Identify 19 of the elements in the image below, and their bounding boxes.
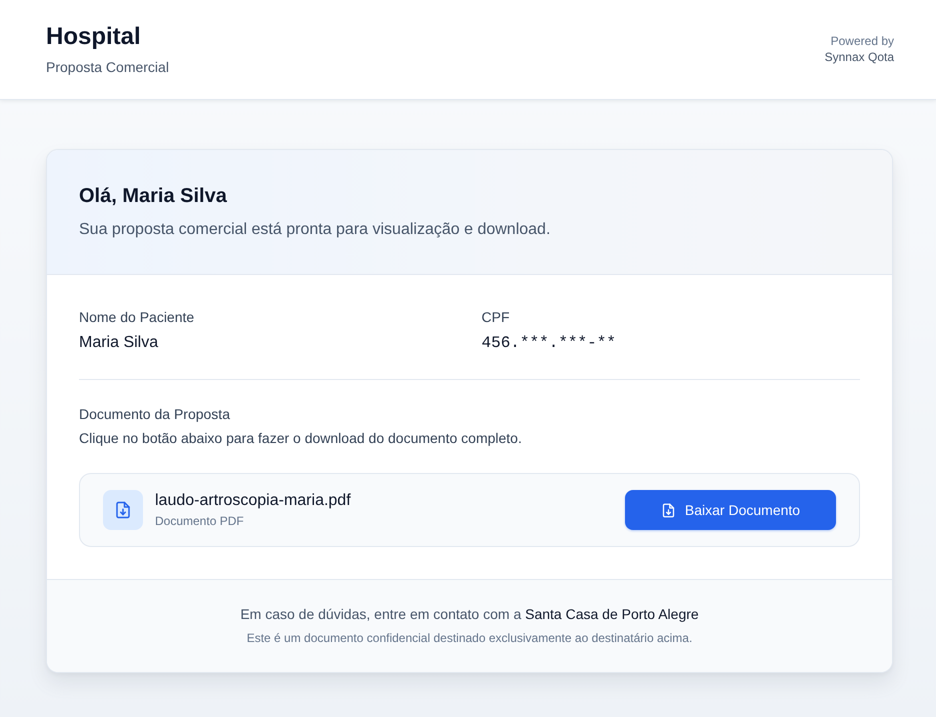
- section-title: Documento da Proposta: [79, 405, 230, 424]
- file-type: Documento PDF: [155, 513, 244, 529]
- document-download-icon: [660, 502, 676, 518]
- header-title: Hospital: [46, 23, 141, 51]
- greeting-title: Olá, Maria Silva: [79, 184, 227, 209]
- document-download-icon: [103, 490, 143, 530]
- greeting-message: Sua proposta comercial está pronta para visualização e download.: [79, 220, 550, 240]
- field-label: CPF: [482, 308, 510, 327]
- powered-by-label: Powered by: [830, 33, 894, 49]
- header-subtitle: Proposta Comercial: [46, 58, 169, 77]
- field-value: Maria Silva: [79, 333, 158, 353]
- brand-name: Synnax Qota: [824, 49, 894, 65]
- section-description: Clique no botão abaixo para fazer o download do documento completo.: [79, 429, 522, 448]
- file-name: laudo-artroscopia-maria.pdf: [155, 491, 351, 511]
- field-value: 456.***.***-**: [482, 333, 616, 354]
- confidential-notice: Este é um documento confidencial destinado exclusivamente ao destinatário acima.: [246, 630, 692, 646]
- field-label: Nome do Paciente: [79, 308, 194, 327]
- contact-text: Em caso de dúvidas, entre em contato com a Santa Casa de Porto Alegre: [240, 605, 699, 624]
- download-button[interactable]: Baixar Documento: [625, 490, 836, 530]
